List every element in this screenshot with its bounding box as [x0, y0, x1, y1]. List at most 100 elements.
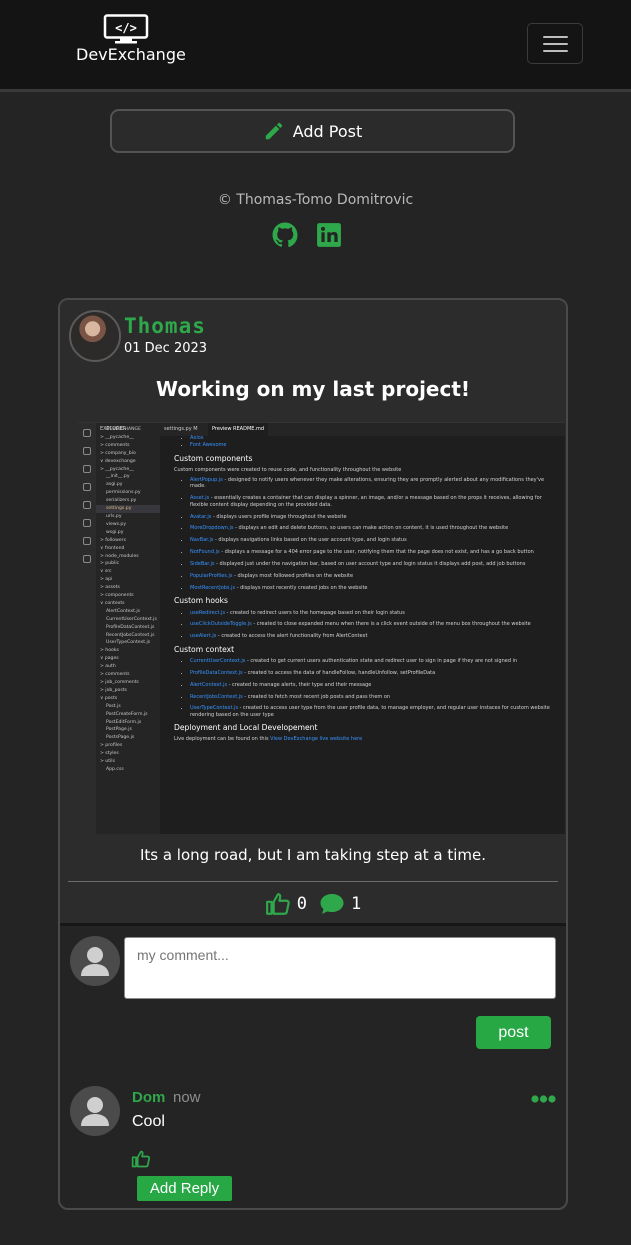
readme-list-item: AlertContext.js - created to manage aler… — [190, 682, 551, 688]
explorer-item[interactable]: > job_comments — [96, 679, 160, 687]
readme-link[interactable]: CurrentUserContext.js — [190, 658, 245, 664]
explorer-item[interactable]: AlertContext.js — [96, 608, 160, 616]
explorer-item[interactable]: UserTypeContext.js — [96, 639, 160, 647]
readme-list-item: PopularProfiles.js - displays most follo… — [190, 573, 551, 579]
explorer-item[interactable]: > comments — [96, 671, 160, 679]
navbar-toggle-button[interactable] — [527, 23, 583, 64]
author-avatar[interactable] — [69, 310, 121, 362]
readme-link[interactable]: Avatar.js — [190, 514, 211, 520]
readme-link[interactable]: NavBar.js — [190, 537, 213, 543]
readme-list-item: NavBar.js - displays navigations links b… — [190, 537, 551, 543]
readme-link[interactable]: MostRecentJobs.js — [190, 585, 235, 591]
explorer-item[interactable]: PostsPage.js — [96, 734, 160, 742]
post-reactions: 0 1 — [60, 889, 566, 919]
readme-link[interactable]: useAlert.js — [190, 633, 216, 639]
explorer-item[interactable]: ∨ contexts — [96, 600, 160, 608]
comment-input[interactable] — [124, 937, 556, 999]
readme-link[interactable]: useRedirect.js — [190, 610, 225, 616]
post-comment-button[interactable]: post — [476, 1016, 551, 1049]
explorer-item[interactable]: > profiles — [96, 742, 160, 750]
readme-link[interactable]: NotFound.js — [190, 549, 220, 555]
explorer-item[interactable]: Post.js — [96, 703, 160, 711]
explorer-item[interactable]: PostPage.js — [96, 726, 160, 734]
explorer-item[interactable]: > job_posts — [96, 687, 160, 695]
more-options-icon[interactable] — [531, 1094, 556, 1104]
add-reply-button[interactable]: Add Reply — [137, 1176, 232, 1201]
readme-link[interactable]: AlertPopup.js — [190, 477, 223, 483]
explorer-item[interactable]: ∨ devexchange — [96, 458, 160, 466]
brand-link[interactable]: </> DevExchange — [76, 14, 186, 76]
explorer-item[interactable]: wsgi.py — [96, 529, 160, 537]
post-author[interactable]: Thomas — [124, 314, 206, 338]
explorer-item[interactable]: > followers — [96, 537, 160, 545]
explorer-item[interactable]: > comments — [96, 442, 160, 450]
explorer-item[interactable]: ∨ posts — [96, 695, 160, 703]
explorer-item[interactable]: serializers.py — [96, 497, 160, 505]
explorer-item[interactable]: > components — [96, 592, 160, 600]
explorer-item[interactable]: views.py — [96, 521, 160, 529]
explorer-item[interactable]: > api — [96, 576, 160, 584]
explorer-item[interactable]: > company_bio — [96, 450, 160, 458]
readme-item-text: - displays users profile image throughou… — [211, 513, 347, 520]
explorer-item[interactable]: > utils — [96, 758, 160, 766]
add-post-label: Add Post — [292, 121, 363, 141]
linkedin-icon[interactable] — [316, 222, 342, 248]
readme-link[interactable]: PopularProfiles.js — [190, 573, 232, 579]
readme-preview: AxiosFont Awesome Custom components Custom… — [160, 435, 565, 834]
explorer-item[interactable]: CurrentUserContext.js — [96, 616, 160, 624]
readme-link[interactable]: Font Awesome — [190, 442, 226, 448]
current-user-avatar[interactable] — [70, 936, 120, 986]
explorer-item[interactable]: > auth — [96, 663, 160, 671]
explorer-item[interactable]: > __pycache__ — [96, 466, 160, 474]
explorer-item[interactable]: __init__.py — [96, 473, 160, 481]
commenter-avatar[interactable] — [70, 1086, 120, 1136]
readme-item-text: - displays an edit and delete buttons, s… — [233, 525, 509, 532]
explorer-item[interactable]: > node_modules — [96, 553, 160, 561]
readme-item-text: - displays most recently created jobs on… — [235, 584, 368, 591]
explorer-item[interactable]: ProfileDataContext.js — [96, 624, 160, 632]
explorer-item[interactable]: RecentJobsContext.js — [96, 632, 160, 640]
explorer-item[interactable]: settings.py — [96, 505, 160, 513]
explorer-item[interactable]: PostCreateForm.js — [96, 711, 160, 719]
explorer-item[interactable]: > hooks — [96, 647, 160, 655]
add-post-button[interactable]: Add Post — [110, 109, 515, 153]
comment-like-icon[interactable] — [131, 1149, 151, 1169]
explorer-item[interactable]: ∨ src — [96, 568, 160, 576]
readme-list-item: Axios — [190, 435, 551, 441]
readme-link[interactable]: Asset.js — [190, 495, 209, 501]
copyright-text: © Thomas-Tomo Domitrovic — [217, 192, 414, 208]
explorer-item[interactable]: App.css — [96, 766, 160, 774]
readme-item-text: - created to get current users authentic… — [245, 657, 518, 664]
readme-link[interactable]: useClickOutsideToggle.js — [190, 621, 252, 627]
post-image: DEVEXCHANGE > __pycache__ > comments > comp… — [78, 422, 565, 834]
comment-author[interactable]: Dom — [132, 1089, 165, 1106]
readme-list-item: Avatar.js - displays users profile image… — [190, 514, 551, 520]
readme-link[interactable]: UserTypeContext.js — [190, 705, 238, 711]
readme-item-text: - designed to notify users whenever they… — [190, 477, 545, 490]
explorer-item[interactable]: > styles — [96, 750, 160, 758]
explorer-item[interactable]: urls.py — [96, 513, 160, 521]
explorer-item[interactable]: asgi.py — [96, 481, 160, 489]
readme-list-item: MoreDropdown.js - displays an edit and d… — [190, 525, 551, 531]
user-icon — [81, 947, 109, 976]
pencil-icon — [265, 122, 282, 140]
readme-link[interactable]: MoreDropdown.js — [190, 525, 234, 531]
explorer-item[interactable]: PostEditForm.js — [96, 719, 160, 727]
explorer-item[interactable]: ∨ pages — [96, 655, 160, 663]
readme-link[interactable]: SideBar.js — [190, 561, 215, 567]
readme-link[interactable]: ProfileDataContext.js — [190, 670, 243, 676]
comment-icon[interactable] — [319, 892, 345, 916]
readme-link[interactable]: RecentJobsContext.js — [190, 694, 243, 700]
explorer-item[interactable]: > public — [96, 560, 160, 568]
readme-heading: Custom components — [174, 453, 253, 463]
readme-heading: Custom context — [174, 644, 235, 654]
readme-link[interactable]: Axios — [190, 435, 203, 441]
github-icon[interactable] — [272, 222, 298, 248]
readme-item-text: - created to fetch most recent job posts… — [242, 693, 391, 700]
thumbs-up-icon[interactable] — [265, 891, 291, 917]
deploy-link[interactable]: View DevExchange live website here — [270, 736, 362, 742]
explorer-item[interactable]: ∨ frontend — [96, 545, 160, 553]
explorer-item[interactable]: > assets — [96, 584, 160, 592]
readme-link[interactable]: AlertContext.js — [190, 682, 227, 688]
explorer-item[interactable]: permissions.py — [96, 489, 160, 497]
